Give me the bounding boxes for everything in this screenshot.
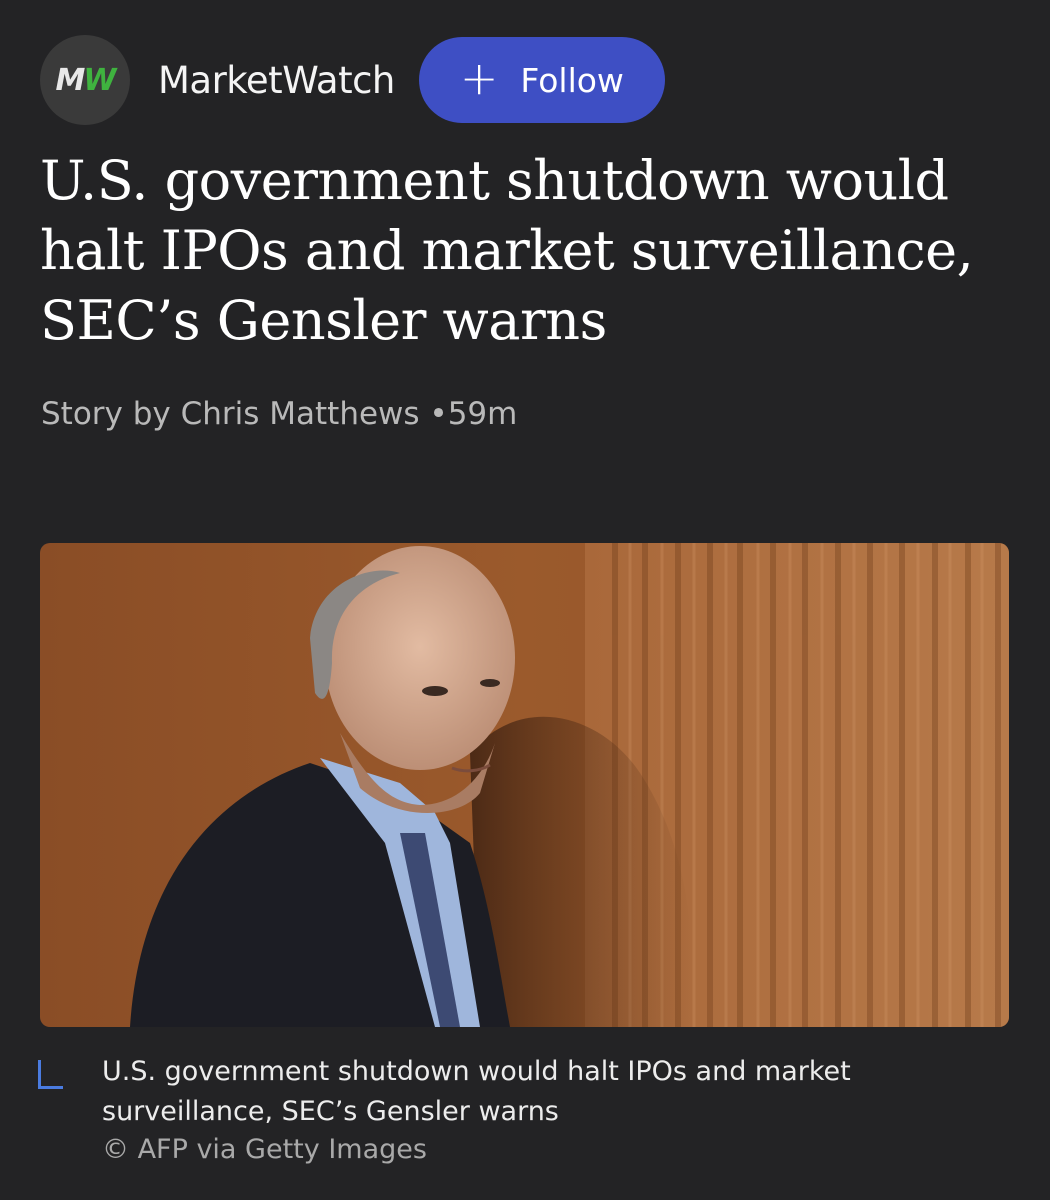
article-byline: Story by Chris Matthews •59m — [41, 396, 518, 432]
publisher-logo[interactable]: MW — [40, 35, 130, 125]
logo-letter-w: W — [83, 62, 116, 98]
follow-button[interactable]: + Follow — [418, 37, 665, 123]
caption-corner-icon — [38, 1060, 63, 1089]
follow-label: Follow — [520, 60, 624, 100]
photo-caption: U.S. government shutdown would halt IPOs… — [102, 1056, 851, 1127]
publisher-name[interactable]: MarketWatch — [158, 59, 395, 102]
article-header: MW MarketWatch + Follow — [40, 34, 665, 126]
logo-letter-m: M — [55, 62, 86, 98]
plus-icon: + — [459, 51, 499, 105]
photo-illustration — [40, 543, 1009, 1027]
article-headline: U.S. government shutdown would halt IPOs… — [40, 149, 974, 352]
photo-credit: © AFP via Getty Images — [102, 1134, 427, 1165]
article-photo[interactable] — [40, 543, 1009, 1027]
